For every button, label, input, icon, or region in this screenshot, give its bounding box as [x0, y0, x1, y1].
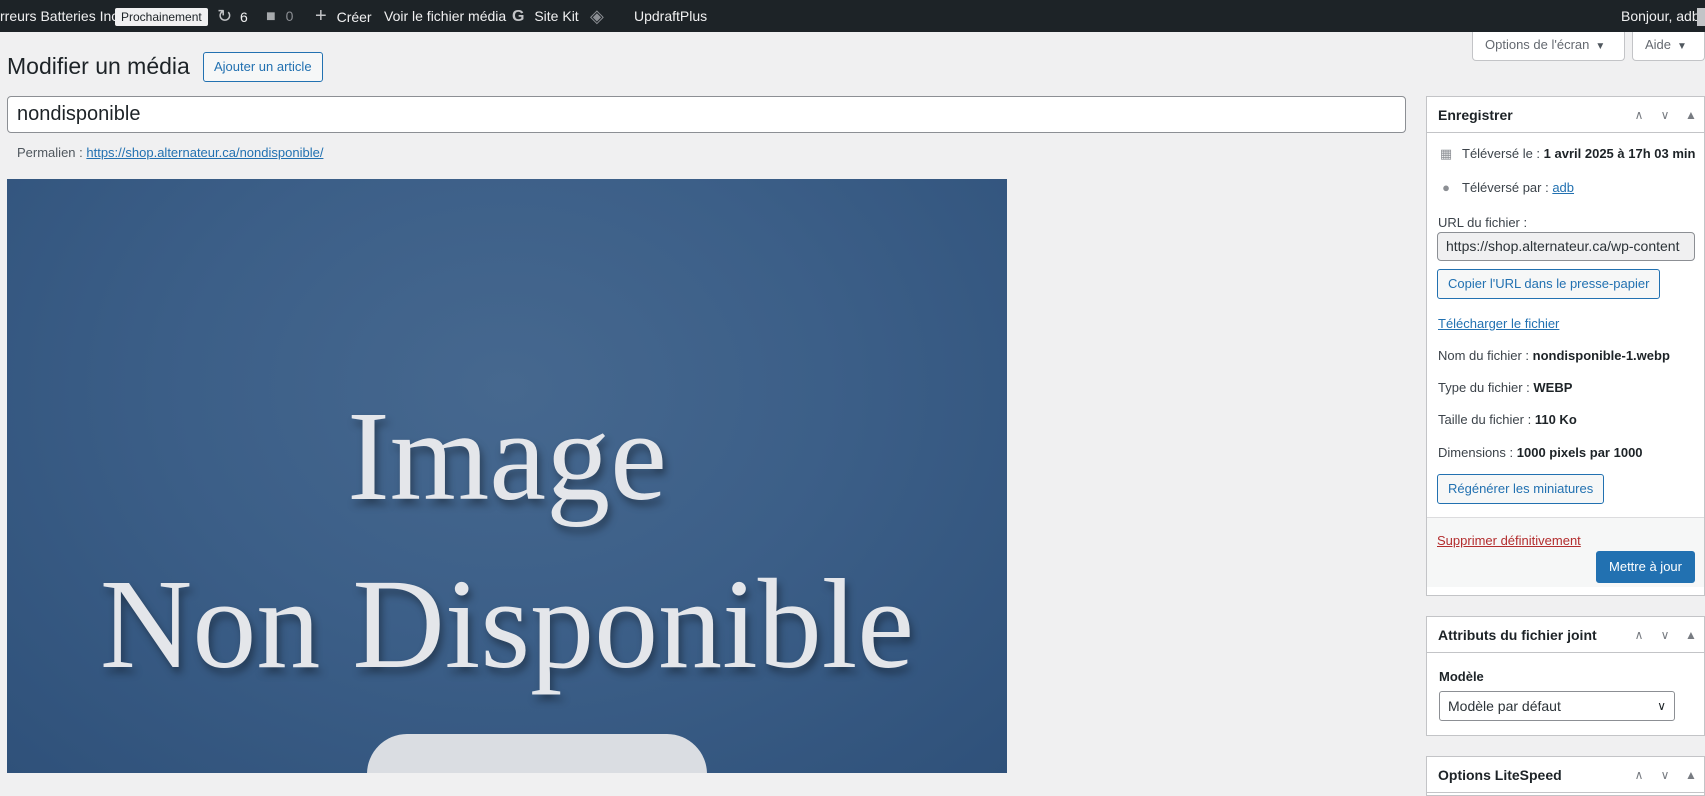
- filesize-label: Taille du fichier :: [1438, 412, 1532, 427]
- metabox-handle-buttons: ∧ ∨ ▲: [1626, 617, 1704, 653]
- calendar-icon: ▦: [1439, 146, 1453, 161]
- screen-options-label: Options de l'écran: [1485, 37, 1590, 52]
- uploaded-by-label: Téléversé par :: [1462, 180, 1549, 195]
- updates-count: 6: [239, 9, 248, 25]
- filename-label: Nom du fichier :: [1438, 348, 1530, 363]
- help-label: Aide: [1645, 37, 1672, 52]
- litespeed-options-metabox: Options LiteSpeed ∧ ∨ ▲: [1426, 756, 1705, 796]
- uploaded-on-label: Téléversé le :: [1462, 146, 1541, 161]
- image-logo-shape: [367, 734, 707, 773]
- diamond-icon: ◈: [590, 6, 604, 26]
- coming-soon-badge[interactable]: Prochainement: [115, 8, 208, 26]
- move-down-icon[interactable]: ∨: [1652, 757, 1678, 793]
- help-toggle[interactable]: Aide ▼: [1632, 32, 1705, 61]
- litespeed-metabox-title: Options LiteSpeed: [1438, 767, 1562, 783]
- filesize-value: 110 Ko: [1534, 412, 1577, 427]
- media-preview-image: Image Non Disponible: [7, 179, 1007, 773]
- dimensions-row: Dimensions : 1000 pixels par 1000: [1438, 445, 1643, 460]
- screen-options-toggle[interactable]: Options de l'écran ▼: [1472, 32, 1625, 61]
- filename-value: nondisponible-1.webp: [1532, 348, 1670, 363]
- filetype-label: Type du fichier :: [1438, 380, 1530, 395]
- dimensions-value: 1000 pixels par 1000: [1516, 445, 1643, 460]
- filetype-value: WEBP: [1533, 380, 1573, 395]
- uploaded-on-row: ▦ Téléversé le : 1 avril 2025 à 17h 03 mi…: [1438, 146, 1696, 162]
- plugin-diamond-link[interactable]: ◈: [590, 0, 604, 32]
- collapse-toggle-icon[interactable]: ▲: [1678, 97, 1704, 133]
- template-selected-value: Modèle par défaut: [1448, 698, 1561, 714]
- updates-icon: ↻: [217, 6, 233, 26]
- collapse-toggle-icon[interactable]: ▲: [1678, 757, 1704, 793]
- comment-icon: ■: [266, 8, 276, 25]
- attributes-metabox-header: Attributs du fichier joint ∧ ∨ ▲: [1427, 617, 1704, 653]
- caret-down-icon: ▼: [1595, 41, 1606, 52]
- add-article-button[interactable]: Ajouter un article: [203, 52, 323, 82]
- download-file-link[interactable]: Télécharger le fichier: [1438, 316, 1559, 331]
- template-label: Modèle: [1439, 669, 1484, 684]
- filesize-row: Taille du fichier : 110 Ko: [1438, 412, 1577, 427]
- updates-link[interactable]: ↻ 6: [217, 0, 248, 32]
- filename-row: Nom du fichier : nondisponible-1.webp: [1438, 348, 1670, 363]
- save-metabox-title: Enregistrer: [1438, 107, 1513, 123]
- move-down-icon[interactable]: ∨: [1652, 97, 1678, 133]
- site-name-link[interactable]: rreurs Batteries Inc: [0, 0, 118, 32]
- template-select[interactable]: Modèle par défaut ∨: [1439, 691, 1675, 721]
- permalink-label: Permalien :: [17, 145, 83, 160]
- major-publishing-actions: Supprimer définitivement Mettre à jour: [1427, 517, 1704, 587]
- regenerate-thumbnails-button[interactable]: Régénérer les miniatures: [1437, 474, 1605, 504]
- comments-count: 0: [285, 8, 294, 24]
- move-up-icon[interactable]: ∧: [1626, 757, 1652, 793]
- move-up-icon[interactable]: ∧: [1626, 617, 1652, 653]
- attachment-attributes-metabox: Attributs du fichier joint ∧ ∨ ▲ Modèle Mo…: [1426, 616, 1705, 736]
- delete-permanently-link[interactable]: Supprimer définitivement: [1437, 533, 1581, 548]
- chevron-down-icon: ∨: [1657, 699, 1666, 713]
- metabox-handle-buttons: ∧ ∨ ▲: [1626, 757, 1704, 793]
- page-title: Modifier un média: [7, 53, 190, 79]
- save-metabox: Enregistrer ∧ ∨ ▲ ▦ Téléversé le : 1 avril …: [1426, 96, 1705, 596]
- litespeed-metabox-header: Options LiteSpeed ∧ ∨ ▲: [1427, 757, 1704, 793]
- filetype-row: Type du fichier : WEBP: [1438, 380, 1572, 395]
- uploaded-by-link[interactable]: adb: [1552, 180, 1574, 195]
- create-label: Créer: [336, 9, 372, 25]
- dimensions-label: Dimensions :: [1438, 445, 1514, 460]
- comments-link[interactable]: ■ 0: [266, 0, 293, 32]
- google-g-icon: G: [512, 8, 525, 25]
- file-url-label: URL du fichier :: [1438, 215, 1528, 230]
- caret-down-icon: ▼: [1677, 41, 1687, 52]
- admin-bar: rreurs Batteries Inc Prochainement ↻ 6 ■…: [0, 0, 1705, 32]
- move-up-icon[interactable]: ∧: [1626, 97, 1652, 133]
- uploaded-by-row: ● Téléversé par : adb: [1438, 180, 1574, 195]
- attributes-metabox-title: Attributs du fichier joint: [1438, 627, 1597, 643]
- save-metabox-header: Enregistrer ∧ ∨ ▲: [1427, 97, 1704, 133]
- update-button[interactable]: Mettre à jour: [1596, 551, 1695, 583]
- permalink: Permalien : https://shop.alternateur.ca/…: [17, 145, 323, 160]
- view-media-link[interactable]: Voir le fichier média: [384, 0, 506, 32]
- collapse-toggle-icon[interactable]: ▲: [1678, 617, 1704, 653]
- account-greeting[interactable]: Bonjour, adb: [1621, 0, 1700, 32]
- uploaded-on-value: 1 avril 2025 à 17h 03 min: [1543, 146, 1696, 161]
- image-text-line2: Non Disponible: [99, 553, 915, 695]
- file-url-field[interactable]: https://shop.alternateur.ca/wp-content: [1437, 232, 1695, 261]
- plus-icon: +: [315, 5, 327, 27]
- sitekit-menu[interactable]: G Site Kit: [512, 0, 579, 32]
- user-icon: ●: [1442, 180, 1450, 195]
- avatar[interactable]: [1697, 8, 1705, 26]
- move-down-icon[interactable]: ∨: [1652, 617, 1678, 653]
- image-text-line1: Image: [347, 385, 667, 527]
- updraftplus-menu[interactable]: UpdraftPlus: [634, 0, 707, 32]
- metabox-handle-buttons: ∧ ∨ ▲: [1626, 97, 1704, 133]
- copy-url-button[interactable]: Copier l'URL dans le presse-papier: [1437, 269, 1661, 299]
- permalink-url-link[interactable]: https://shop.alternateur.ca/nondisponibl…: [86, 145, 323, 160]
- media-title-input[interactable]: [7, 96, 1406, 133]
- sitekit-label: Site Kit: [534, 8, 579, 24]
- create-menu[interactable]: + Créer: [315, 0, 372, 32]
